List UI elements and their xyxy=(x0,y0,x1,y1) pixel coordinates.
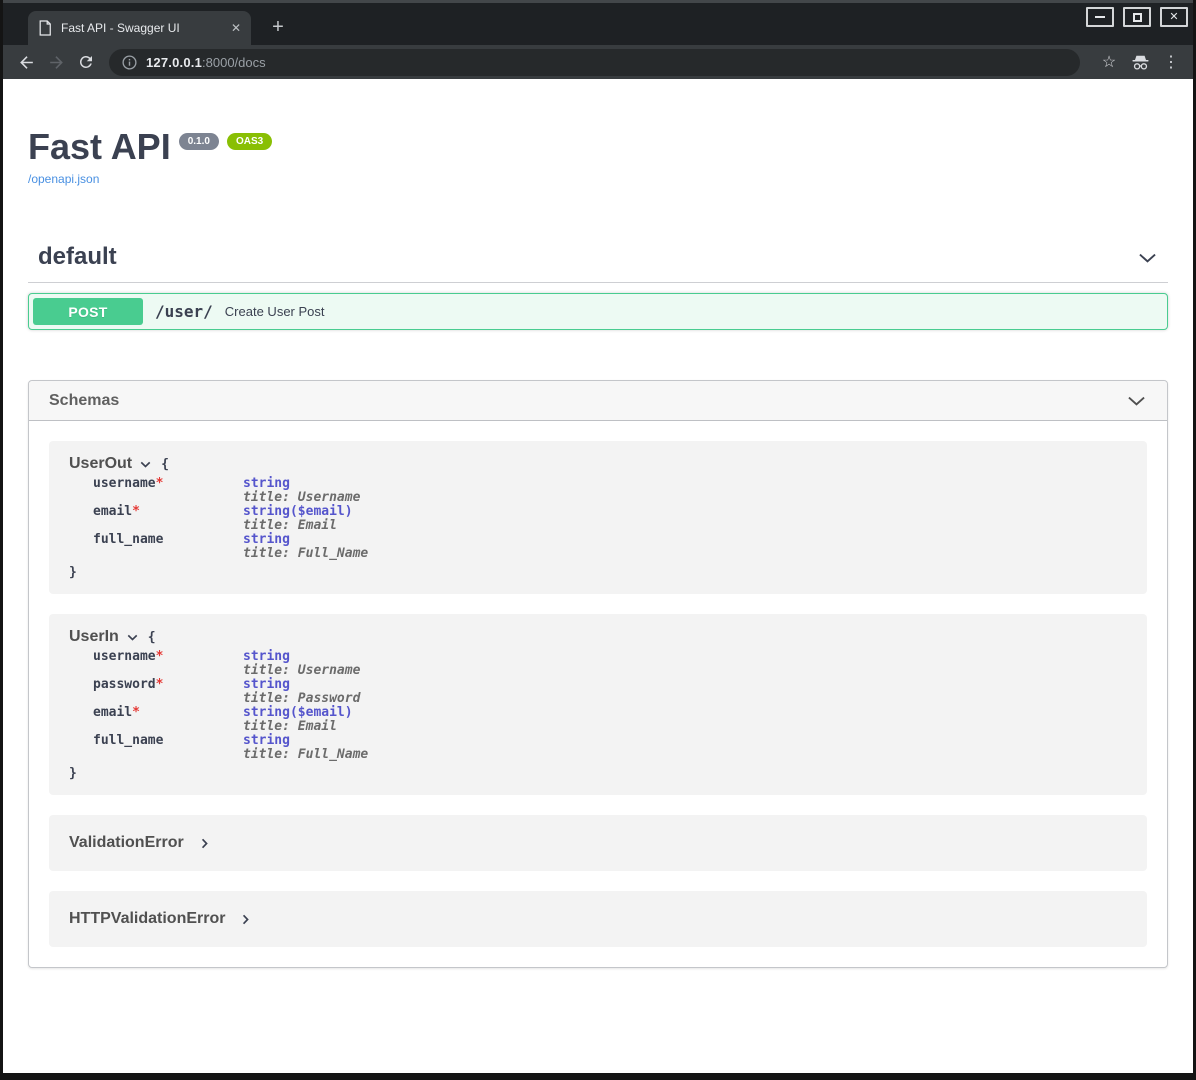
incognito-icon[interactable] xyxy=(1128,50,1152,74)
property-title: title: Email xyxy=(243,519,353,533)
url-text: 127.0.0.1:8000/docs xyxy=(146,55,266,70)
browser-titlebar: ✕ Fast API - Swagger UI ✕ + xyxy=(3,0,1193,45)
operation-summary: Create User Post xyxy=(225,304,325,319)
property-name: email xyxy=(93,705,132,720)
operation-path: /user/ xyxy=(155,302,213,321)
property-type: string xyxy=(243,678,360,692)
property-name: full_name xyxy=(93,733,163,748)
schemas-list: UserOut { username* stringtitle: Usernam… xyxy=(29,421,1167,967)
tag-section-default: default POST /user/ Create User Post xyxy=(28,244,1168,330)
page-content: Fast API 0.1.0 OAS3 /openapi.json defaul… xyxy=(3,79,1193,1073)
model-userin: UserIn { username* stringtitle: Username xyxy=(49,614,1147,795)
tag-name: default xyxy=(38,244,117,270)
url-path: :8000/docs xyxy=(202,55,266,70)
page-title: Fast API xyxy=(28,127,171,167)
schema-property: email* string($email)title: Email xyxy=(93,706,1127,734)
post-method-badge: POST xyxy=(33,298,143,325)
property-title: title: Username xyxy=(243,664,360,678)
property-type: string xyxy=(243,734,368,748)
schema-property: username* stringtitle: Username xyxy=(93,650,1127,678)
version-badge: 0.1.0 xyxy=(179,133,219,150)
property-type: string xyxy=(243,650,360,664)
window-controls: ✕ xyxy=(1086,7,1188,27)
required-asterisk: * xyxy=(132,504,140,519)
browser-tab[interactable]: Fast API - Swagger UI ✕ xyxy=(28,11,251,45)
model-userout-toggle[interactable]: UserOut { xyxy=(69,455,1127,473)
model-httpvalidationerror-toggle[interactable]: HTTPValidationError xyxy=(69,910,252,928)
model-validationerror-toggle[interactable]: ValidationError xyxy=(69,834,211,852)
browser-toolbar: 127.0.0.1:8000/docs ☆ ⋮ xyxy=(3,45,1193,79)
required-asterisk: * xyxy=(156,476,164,491)
property-title: title: Username xyxy=(243,491,360,505)
open-brace: { xyxy=(148,630,156,645)
schema-property: password* stringtitle: Password xyxy=(93,678,1127,706)
close-brace: } xyxy=(69,565,1127,580)
back-button[interactable] xyxy=(13,49,39,75)
operation-post-user[interactable]: POST /user/ Create User Post xyxy=(28,293,1168,330)
model-name: HTTPValidationError xyxy=(69,910,225,928)
property-type: string xyxy=(243,533,368,547)
chevron-right-icon[interactable] xyxy=(239,913,252,926)
address-bar[interactable]: 127.0.0.1:8000/docs xyxy=(109,49,1080,76)
maximize-icon xyxy=(1133,13,1142,22)
api-info: Fast API 0.1.0 OAS3 /openapi.json xyxy=(28,79,1168,188)
url-host: 127.0.0.1 xyxy=(146,55,202,70)
schema-property: full_name stringtitle: Full_Name xyxy=(93,533,1127,561)
property-name: password xyxy=(93,677,156,692)
chevron-right-icon[interactable] xyxy=(198,837,211,850)
property-title: title: Full_Name xyxy=(243,748,368,762)
window-close-button[interactable]: ✕ xyxy=(1160,7,1188,27)
tab-title: Fast API - Swagger UI xyxy=(61,21,222,35)
new-tab-button[interactable]: + xyxy=(265,14,291,40)
property-name: username xyxy=(93,476,156,491)
browser-window: ✕ Fast API - Swagger UI ✕ + 127.0.0.1:80… xyxy=(0,0,1196,1080)
property-title: title: Email xyxy=(243,720,353,734)
property-title: title: Password xyxy=(243,692,360,706)
chevron-down-icon[interactable] xyxy=(1126,390,1147,411)
model-name: ValidationError xyxy=(69,834,184,852)
schema-property: full_name stringtitle: Full_Name xyxy=(93,734,1127,762)
close-icon: ✕ xyxy=(1169,12,1178,23)
required-asterisk: * xyxy=(132,705,140,720)
property-type: string($email) xyxy=(243,505,353,519)
model-userout: UserOut { username* stringtitle: Usernam… xyxy=(49,441,1147,594)
property-name: email xyxy=(93,504,132,519)
oas3-badge: OAS3 xyxy=(227,133,272,150)
schemas-heading: Schemas xyxy=(49,392,119,410)
chevron-down-icon[interactable] xyxy=(139,458,152,471)
model-validationerror: ValidationError xyxy=(49,815,1147,871)
property-name: username xyxy=(93,649,156,664)
chevron-down-icon[interactable] xyxy=(1137,247,1158,268)
forward-button[interactable] xyxy=(43,49,69,75)
model-name: UserIn xyxy=(69,628,119,646)
property-name: full_name xyxy=(93,532,163,547)
minimize-icon xyxy=(1095,16,1105,18)
schemas-section-header[interactable]: Schemas xyxy=(29,381,1167,421)
model-userin-toggle[interactable]: UserIn { xyxy=(69,628,1127,646)
model-name: UserOut xyxy=(69,455,132,473)
required-asterisk: * xyxy=(156,649,164,664)
site-info-icon[interactable] xyxy=(122,55,137,70)
page-document-icon xyxy=(38,20,52,36)
schemas-section: Schemas UserOut { xyxy=(28,380,1168,968)
menu-dots-icon[interactable]: ⋮ xyxy=(1159,50,1183,74)
model-httpvalidationerror: HTTPValidationError xyxy=(49,891,1147,947)
window-minimize-button[interactable] xyxy=(1086,7,1114,27)
schema-property: username* stringtitle: Username xyxy=(93,477,1127,505)
tag-section-header[interactable]: default xyxy=(28,244,1168,283)
chevron-down-icon[interactable] xyxy=(126,631,139,644)
reload-icon[interactable] xyxy=(73,49,99,75)
required-asterisk: * xyxy=(156,677,164,692)
property-type: string($email) xyxy=(243,706,353,720)
schema-property: email* string($email)title: Email xyxy=(93,505,1127,533)
close-brace: } xyxy=(69,766,1127,781)
property-title: title: Full_Name xyxy=(243,547,368,561)
bookmark-star-icon[interactable]: ☆ xyxy=(1097,50,1121,74)
tab-close-icon[interactable]: ✕ xyxy=(231,21,241,35)
property-type: string xyxy=(243,477,360,491)
open-brace: { xyxy=(161,457,169,472)
window-maximize-button[interactable] xyxy=(1123,7,1151,27)
openapi-json-link[interactable]: /openapi.json xyxy=(28,172,99,186)
